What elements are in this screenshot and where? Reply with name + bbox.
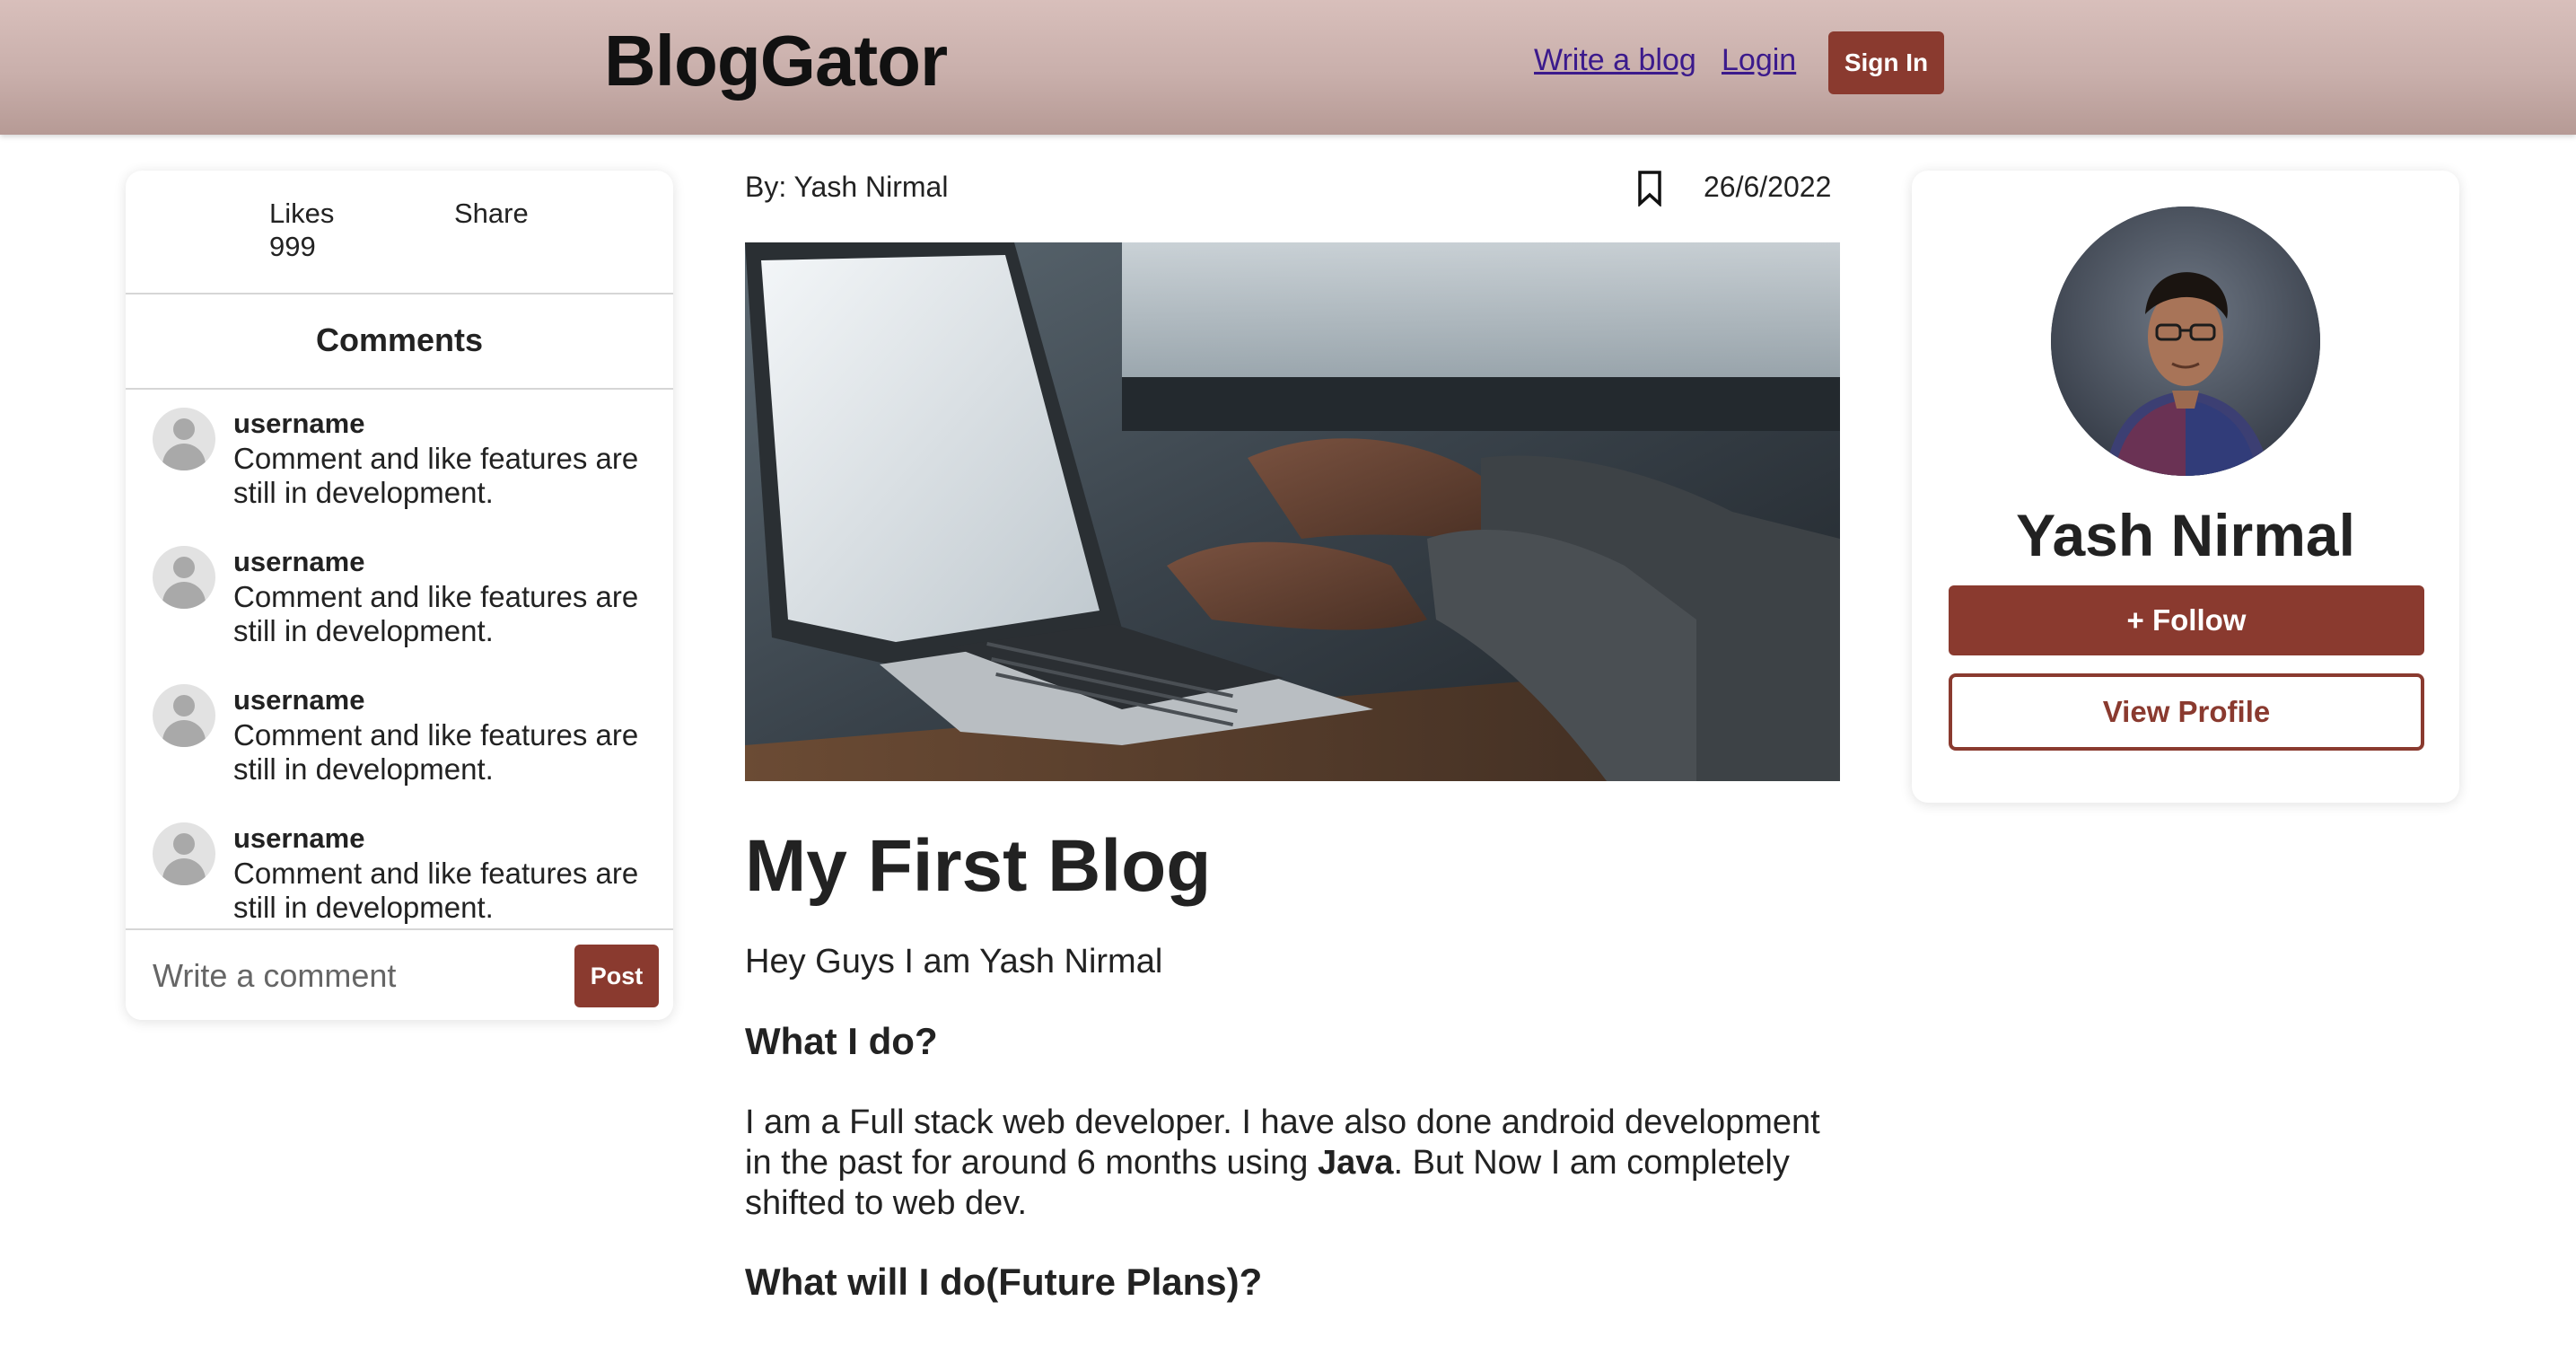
section-heading: What I do? [745, 1020, 938, 1062]
article-byline: By: Yash Nirmal [745, 171, 949, 203]
view-profile-button[interactable]: View Profile [1949, 673, 2424, 751]
paragraph-bold-text: Java [1317, 1144, 1394, 1182]
comment-username: username [233, 546, 365, 577]
post-comment-button[interactable]: Post [574, 945, 659, 1007]
comment-text: Comment and like features are still in d… [233, 442, 639, 509]
section-heading: What will I do(Future Plans)? [745, 1261, 1263, 1303]
comment-text: Comment and like features are still in d… [233, 718, 639, 786]
user-avatar-icon [153, 822, 215, 885]
article-hero-image [745, 242, 1840, 781]
author-avatar[interactable] [2051, 207, 2320, 476]
comment-username: username [233, 684, 365, 716]
user-avatar-icon [153, 408, 215, 470]
bookmark-icon[interactable] [1636, 171, 1663, 207]
comments-card: Likes 999 Share Comments username Commen… [126, 171, 673, 1020]
comment-username: username [233, 822, 365, 854]
login-link[interactable]: Login [1722, 43, 1796, 78]
user-avatar-icon [153, 684, 215, 747]
brand-logo[interactable]: BlogGator [604, 20, 948, 102]
comment-username: username [233, 408, 365, 439]
write-blog-link[interactable]: Write a blog [1534, 43, 1696, 78]
top-header: BlogGator Write a blog Login Sign In [0, 0, 2576, 135]
comment-input[interactable] [151, 948, 549, 1004]
comment-text: Comment and like features are still in d… [233, 857, 639, 924]
comments-list[interactable]: username Comment and like features are s… [126, 390, 673, 1020]
article-title: My First Blog [745, 825, 1212, 907]
likes-count: 999 [269, 231, 316, 262]
comment-compose-bar: Post [126, 928, 673, 1020]
divider [126, 293, 673, 294]
likes-label[interactable]: Likes [269, 198, 334, 230]
comments-title: Comments [315, 321, 484, 358]
author-card: Yash Nirmal + Follow View Profile [1912, 171, 2459, 803]
author-name: Yash Nirmal [2016, 502, 2355, 568]
article-intro: Hey Guys I am Yash Nirmal [745, 943, 1163, 980]
share-button[interactable]: Share [454, 198, 529, 230]
user-avatar-icon [153, 546, 215, 609]
article-date: 26/6/2022 [1704, 171, 1832, 203]
follow-button[interactable]: + Follow [1949, 585, 2424, 655]
comment-text: Comment and like features are still in d… [233, 580, 639, 647]
sign-in-button[interactable]: Sign In [1828, 31, 1944, 94]
article-paragraph: I am a Full stack web developer. I have … [745, 1103, 1849, 1224]
